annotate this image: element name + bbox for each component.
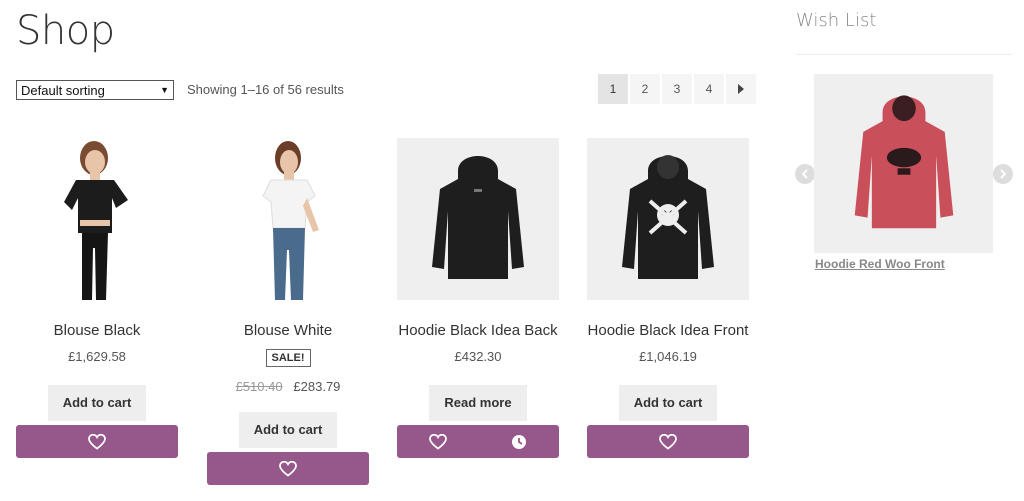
product-price: £510.40 £283.79 xyxy=(207,379,369,395)
heart-icon xyxy=(88,433,106,450)
product-card: Hoodie Black Idea Back £432.30 Read more xyxy=(397,138,559,458)
wishlist-actions xyxy=(397,425,559,458)
product-card: Blouse White SALE! £510.40 £283.79 Add t… xyxy=(207,138,369,485)
old-price: £510.40 xyxy=(235,379,283,394)
sorting-select[interactable]: Default sorting ▼ xyxy=(16,80,174,100)
blouse-black-photo xyxy=(64,141,128,300)
page-title: Shop xyxy=(16,8,115,54)
hoodie-black-back-photo xyxy=(432,156,524,279)
blouse-white-photo xyxy=(262,141,319,300)
page-4-button[interactable]: 4 xyxy=(694,74,724,104)
page-1-button[interactable]: 1 xyxy=(598,74,628,104)
pagination: 1 2 3 4 xyxy=(598,74,756,104)
product-price: £1,046.19 xyxy=(639,349,697,364)
product-title[interactable]: Hoodie Black Idea Back xyxy=(397,322,559,342)
heart-icon[interactable] xyxy=(429,433,447,450)
add-to-cart-button[interactable]: Add to cart xyxy=(239,412,337,448)
clock-icon[interactable] xyxy=(511,434,527,450)
sale-price: £283.79 xyxy=(293,379,341,394)
carousel-prev-button[interactable] xyxy=(795,164,815,184)
add-to-wishlist-button[interactable] xyxy=(16,425,178,458)
product-title[interactable]: Blouse Black xyxy=(16,322,178,342)
hoodie-red-front-photo xyxy=(854,94,953,228)
chevron-left-icon xyxy=(801,169,808,179)
carousel-next-button[interactable] xyxy=(993,164,1013,184)
product-title[interactable]: Hoodie Black Idea Front xyxy=(587,322,749,342)
product-price: £432.30 xyxy=(454,349,502,364)
product-image[interactable] xyxy=(587,138,749,300)
dropdown-arrow-icon: ▼ xyxy=(160,85,169,95)
heart-icon xyxy=(279,460,297,477)
add-to-cart-button[interactable]: Add to cart xyxy=(48,385,146,421)
product-image[interactable] xyxy=(16,138,178,300)
wish-list-title: Wish List xyxy=(796,10,877,31)
product-card: Hoodie Black Idea Front £1,046.19 Add to… xyxy=(587,138,749,458)
wishlist-item-link[interactable]: Hoodie Red Woo Front xyxy=(815,257,945,271)
add-to-cart-button[interactable]: Add to cart xyxy=(619,385,717,421)
divider xyxy=(796,54,1012,55)
product-image[interactable] xyxy=(207,138,369,300)
product-card: Blouse Black £1,629.58 Add to cart xyxy=(16,138,178,458)
heart-icon xyxy=(659,433,677,450)
result-count: Showing 1–16 of 56 results xyxy=(187,82,344,97)
add-to-wishlist-button[interactable] xyxy=(207,452,369,485)
product-price: £1,629.58 xyxy=(68,349,126,364)
product-title[interactable]: Blouse White xyxy=(207,322,369,342)
chevron-right-icon xyxy=(1000,169,1007,179)
read-more-button[interactable]: Read more xyxy=(429,385,527,421)
page-2-button[interactable]: 2 xyxy=(630,74,660,104)
sorting-select-value: Default sorting xyxy=(21,82,105,98)
product-image[interactable] xyxy=(397,138,559,300)
sale-badge: SALE! xyxy=(265,349,311,367)
add-to-wishlist-button[interactable] xyxy=(587,425,749,458)
next-page-button[interactable] xyxy=(726,74,756,104)
wishlist-item-image[interactable] xyxy=(814,74,993,253)
hoodie-black-front-photo xyxy=(622,155,714,279)
page-3-button[interactable]: 3 xyxy=(662,74,692,104)
chevron-right-icon xyxy=(738,84,744,94)
